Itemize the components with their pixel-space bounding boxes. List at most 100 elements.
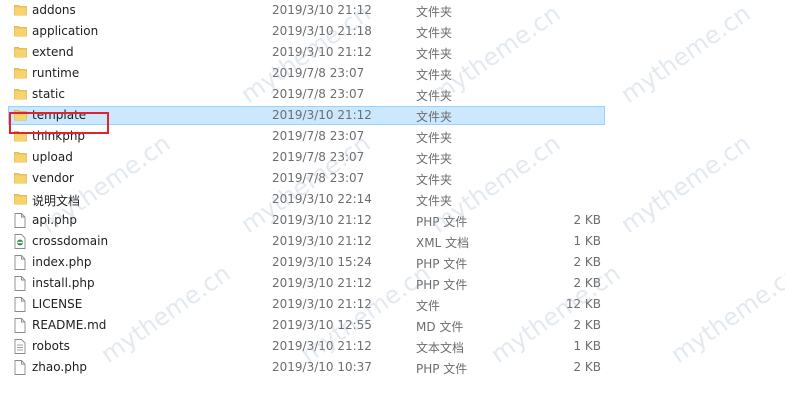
file-modified-date: 2019/7/8 23:07 [272,66,365,80]
file-name: zhao.php [32,360,88,374]
file-type: PHP 文件 [416,362,468,376]
file-name: robots [32,339,70,353]
file-explorer: addons 2019/3/10 21:12 文件夹 application 2019/… [0,0,785,397]
document-icon [14,255,26,270]
file-type: 文件夹 [416,152,453,166]
folder-icon [14,3,27,17]
file-name: addons [32,3,76,17]
file-row[interactable]: extend 2019/3/10 21:12 文件夹 [0,42,785,63]
file-size: 1 KB [573,234,601,248]
file-row[interactable]: index.php 2019/3/10 15:24 PHP 文件 2 KB [0,252,785,273]
file-type: PHP 文件 [416,257,468,271]
file-type: PHP 文件 [416,215,468,229]
file-modified-date: 2019/3/10 22:14 [272,192,372,206]
file-type: 文件 [416,299,441,313]
file-row[interactable]: runtime 2019/7/8 23:07 文件夹 [0,63,785,84]
file-size: 2 KB [573,360,601,374]
file-name: static [32,87,65,101]
folder-icon [14,24,27,38]
file-name: LICENSE [32,297,83,311]
file-type: PHP 文件 [416,278,468,292]
file-modified-date: 2019/3/10 10:37 [272,360,372,374]
file-row[interactable]: thinkphp 2019/7/8 23:07 文件夹 [0,126,785,147]
file-row[interactable]: vendor 2019/7/8 23:07 文件夹 [0,168,785,189]
file-type: 文件夹 [416,68,453,82]
file-row[interactable]: static 2019/7/8 23:07 文件夹 [0,84,785,105]
file-row[interactable]: application 2019/3/10 21:18 文件夹 [0,21,785,42]
file-row[interactable]: install.php 2019/3/10 21:12 PHP 文件 2 KB [0,273,785,294]
file-row[interactable]: upload 2019/7/8 23:07 文件夹 [0,147,785,168]
file-name: index.php [32,255,92,269]
folder-icon [14,129,27,143]
file-modified-date: 2019/7/8 23:07 [272,129,365,143]
file-modified-date: 2019/7/8 23:07 [272,171,365,185]
file-size: 2 KB [573,213,601,227]
file-size: 2 KB [573,318,601,332]
file-size: 2 KB [573,276,601,290]
file-modified-date: 2019/3/10 15:24 [272,255,372,269]
file-modified-date: 2019/3/10 21:12 [272,297,372,311]
file-name: install.php [32,276,95,290]
file-name: extend [32,45,74,59]
file-type: 文件夹 [416,173,453,187]
document-icon [14,276,26,291]
xml-document-icon [14,234,26,249]
file-size: 1 KB [573,339,601,353]
file-modified-date: 2019/3/10 21:12 [272,3,372,17]
file-type: 文件夹 [416,194,453,208]
document-icon [14,297,26,312]
file-name: upload [32,150,73,164]
file-name: application [32,24,99,38]
folder-icon [14,108,27,122]
file-row[interactable]: crossdomain 2019/3/10 21:12 XML 文档 1 KB [0,231,785,252]
file-size: 2 KB [573,255,601,269]
file-type: 文件夹 [416,89,453,103]
file-modified-date: 2019/3/10 21:12 [272,108,372,122]
file-row[interactable]: addons 2019/3/10 21:12 文件夹 [0,0,785,21]
file-row[interactable]: README.md 2019/3/10 12:55 MD 文件 2 KB [0,315,785,336]
file-modified-date: 2019/3/10 21:12 [272,339,372,353]
file-name: template [32,108,87,122]
file-type: XML 文档 [416,236,470,250]
file-modified-date: 2019/3/10 21:12 [272,213,372,227]
file-size: 12 KB [565,297,601,311]
file-modified-date: 2019/3/10 12:55 [272,318,372,332]
folder-icon [14,66,27,80]
document-icon [14,213,26,228]
file-row[interactable]: api.php 2019/3/10 21:12 PHP 文件 2 KB [0,210,785,231]
file-row[interactable]: LICENSE 2019/3/10 21:12 文件 12 KB [0,294,785,315]
file-name: 说明文档 [32,194,81,208]
folder-icon [14,192,27,206]
file-modified-date: 2019/7/8 23:07 [272,87,365,101]
file-name: vendor [32,171,74,185]
file-name: thinkphp [32,129,86,143]
file-modified-date: 2019/7/8 23:07 [272,150,365,164]
file-name: api.php [32,213,77,227]
file-modified-date: 2019/3/10 21:12 [272,276,372,290]
file-row[interactable]: template 2019/3/10 21:12 文件夹 [0,105,785,126]
file-name: README.md [32,318,107,332]
file-type: 文本文档 [416,341,465,355]
file-list: addons 2019/3/10 21:12 文件夹 application 2019/… [0,0,785,378]
folder-icon [14,45,27,59]
document-icon [14,360,26,375]
text-document-icon [14,339,26,354]
file-modified-date: 2019/3/10 21:12 [272,45,372,59]
file-name: crossdomain [32,234,109,248]
file-type: 文件夹 [416,5,453,19]
file-row[interactable]: 说明文档 2019/3/10 22:14 文件夹 [0,189,785,210]
file-modified-date: 2019/3/10 21:18 [272,24,372,38]
document-icon [14,318,26,333]
file-name: runtime [32,66,80,80]
folder-icon [14,150,27,164]
folder-icon [14,87,27,101]
file-type: 文件夹 [416,47,453,61]
file-type: 文件夹 [416,110,453,124]
file-type: 文件夹 [416,131,453,145]
folder-icon [14,171,27,185]
file-row[interactable]: robots 2019/3/10 21:12 文本文档 1 KB [0,336,785,357]
file-row[interactable]: zhao.php 2019/3/10 10:37 PHP 文件 2 KB [0,357,785,378]
file-type: 文件夹 [416,26,453,40]
file-modified-date: 2019/3/10 21:12 [272,234,372,248]
file-type: MD 文件 [416,320,464,334]
